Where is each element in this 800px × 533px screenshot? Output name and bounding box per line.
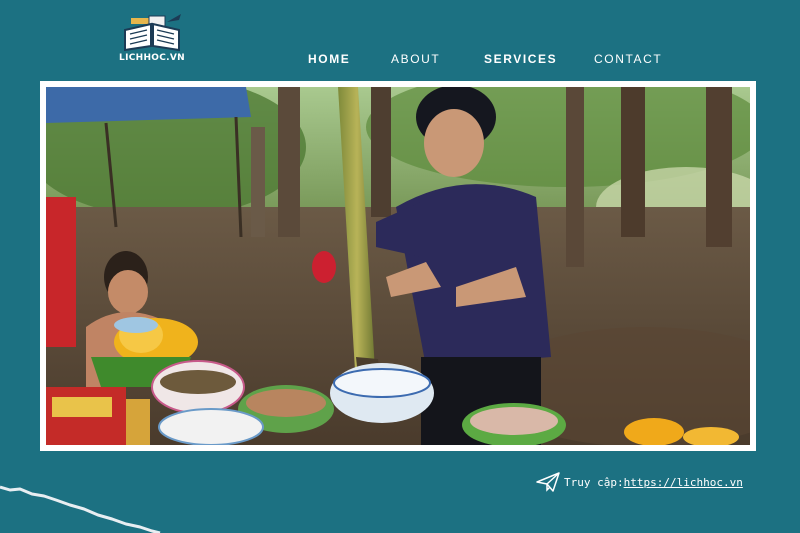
nav-about[interactable]: ABOUT — [391, 52, 440, 66]
main-nav: HOME ABOUT SERVICES CONTACT — [0, 52, 800, 68]
footer-url[interactable]: https://lichhoc.vn — [624, 476, 743, 489]
torn-paper-decoration — [0, 485, 161, 533]
footer-link[interactable]: Truy cập: https://lichhoc.vn — [536, 470, 743, 494]
hero-photo — [46, 87, 750, 445]
nav-services[interactable]: SERVICES — [484, 52, 557, 66]
footer-prefix: Truy cập: — [564, 475, 624, 489]
paper-plane-icon — [536, 472, 560, 492]
nav-home[interactable]: HOME — [308, 52, 350, 66]
open-book-icon — [124, 14, 181, 52]
nav-contact[interactable]: CONTACT — [594, 52, 662, 66]
hero-photo-frame — [40, 81, 756, 451]
